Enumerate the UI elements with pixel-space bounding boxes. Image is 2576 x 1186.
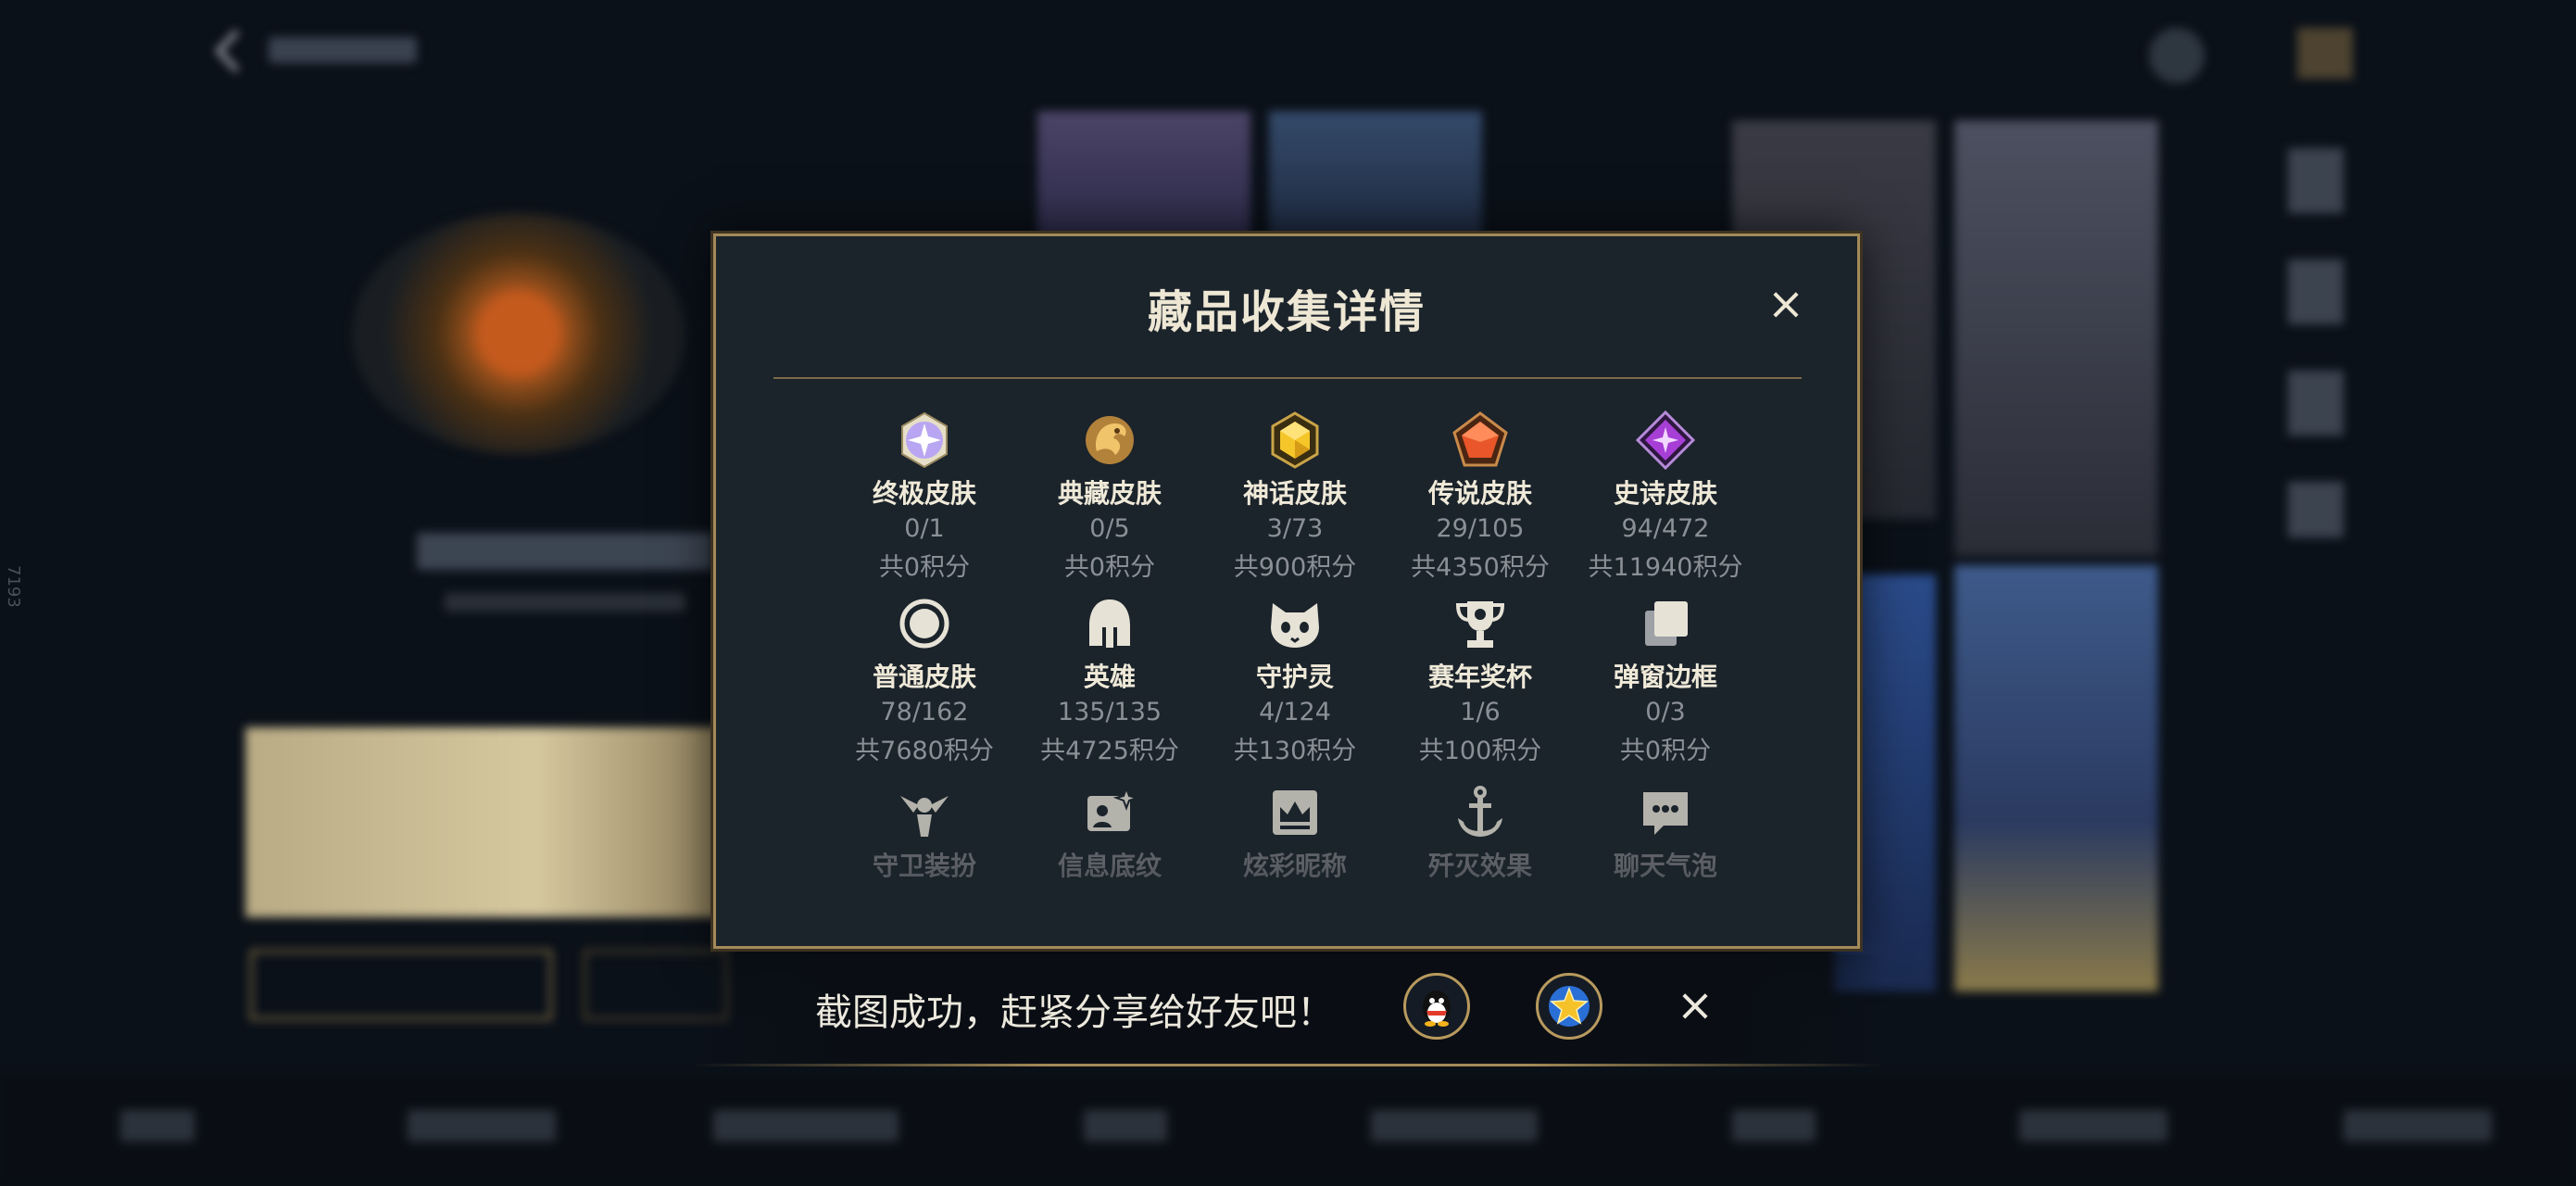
category-points: 共4350积分 — [1411, 553, 1550, 582]
rank-emblem — [352, 213, 685, 454]
category-name: 守卫装扮 — [872, 851, 976, 881]
nav-item-blurred — [1732, 1110, 1816, 1142]
category-name: 赛年奖杯 — [1427, 662, 1532, 692]
anchor-icon — [1458, 786, 1502, 837]
category-name: 终极皮肤 — [872, 478, 976, 509]
category-name: 炫彩昵称 — [1242, 851, 1347, 881]
epic-gem-icon — [1636, 410, 1695, 470]
nav-item-blurred — [1371, 1110, 1538, 1142]
skin-card — [1037, 111, 1250, 241]
category-points: 共4725积分 — [1040, 737, 1179, 765]
mythic-gem-icon — [1271, 411, 1319, 469]
category-count: 135/135 — [1057, 698, 1162, 726]
category-points: 共7680积分 — [855, 737, 994, 765]
nav-item-blurred — [2344, 1110, 2492, 1142]
category-points: 共0积分 — [878, 553, 971, 582]
helmet-icon — [1089, 599, 1130, 648]
category-points: 共100积分 — [1418, 737, 1542, 765]
category-annihilation-effect[interactable]: 歼灭效果 — [1388, 783, 1573, 883]
category-count: 0/1 — [904, 514, 945, 543]
circle-icon — [899, 599, 949, 649]
share-favorite-button[interactable] — [1536, 973, 1602, 1040]
category-name: 歼灭效果 — [1427, 851, 1532, 881]
category-name: 神话皮肤 — [1242, 478, 1347, 509]
category-ultimate-skin[interactable]: 终极皮肤 0/1 共0积分 — [832, 410, 1017, 583]
nav-item-blurred — [1084, 1110, 1167, 1142]
category-name: 传说皮肤 — [1427, 478, 1532, 509]
toast-message: 截图成功，赶紧分享给好友吧！ — [815, 991, 1334, 1034]
category-count: 1/6 — [1460, 698, 1501, 726]
category-count: 0/3 — [1645, 698, 1686, 726]
top-right-icon — [2149, 28, 2205, 83]
category-ward-skin[interactable]: 守卫装扮 — [832, 783, 1017, 883]
legendary-gem-icon — [1452, 411, 1508, 467]
skin-card — [1954, 565, 2158, 991]
qq-icon — [1423, 990, 1451, 1027]
profile-button-blurred — [250, 950, 552, 1020]
chat-bubble-icon — [1643, 792, 1688, 835]
edge-marker: 7193 — [4, 565, 23, 608]
profile-banner — [245, 727, 727, 917]
category-normal-skin[interactable]: 普通皮肤 78/162 共7680积分 — [832, 594, 1017, 766]
info-card-icon — [1087, 786, 1139, 831]
category-points: 共0积分 — [1619, 737, 1712, 765]
category-count: 0/5 — [1089, 514, 1130, 543]
category-name: 史诗皮肤 — [1613, 478, 1717, 509]
category-points: 共11940积分 — [1588, 553, 1743, 582]
nav-item-blurred — [2019, 1110, 2168, 1142]
nav-item-blurred — [408, 1110, 556, 1142]
category-name: 普通皮肤 — [872, 662, 976, 692]
page-title-blurred — [269, 37, 417, 63]
star-icon — [1549, 986, 1590, 1027]
category-count: 29/105 — [1436, 514, 1525, 543]
nav-item-blurred — [713, 1110, 898, 1142]
frame-stack-icon — [1645, 601, 1688, 646]
close-icon[interactable]: × — [1672, 982, 1718, 1028]
skin-card — [1954, 120, 2158, 556]
nav-item-blurred — [120, 1110, 195, 1142]
category-heroes[interactable]: 英雄 135/135 共4725积分 — [1017, 594, 1202, 766]
player-subtitle-blurred — [445, 593, 685, 612]
category-count: 4/124 — [1259, 698, 1331, 726]
category-name: 信息底纹 — [1057, 851, 1162, 881]
category-season-trophy[interactable]: 赛年奖杯 1/6 共100积分 — [1388, 594, 1573, 766]
bottom-nav-blurred — [0, 1075, 2576, 1186]
category-count: 78/162 — [880, 698, 969, 726]
trophy-icon — [1455, 601, 1505, 648]
ultimate-gem-icon — [901, 411, 948, 469]
category-name: 守护灵 — [1255, 662, 1334, 692]
category-legendary-skin[interactable]: 传说皮肤 29/105 共4350积分 — [1388, 410, 1573, 583]
category-name: 聊天气泡 — [1613, 851, 1717, 881]
toast-underline — [690, 1064, 1885, 1066]
nameplate-icon — [1273, 790, 1317, 835]
category-points: 共0积分 — [1063, 553, 1156, 582]
dragon-emblem-icon — [1086, 416, 1134, 464]
category-points: 共900积分 — [1233, 553, 1357, 582]
category-colorful-nickname[interactable]: 炫彩昵称 — [1202, 783, 1388, 883]
category-collector-skin[interactable]: 典藏皮肤 0/5 共0积分 — [1017, 410, 1202, 583]
ward-icon — [900, 796, 949, 837]
category-popup-frame[interactable]: 弹窗边框 0/3 共0积分 — [1573, 594, 1758, 766]
back-arrow-icon — [213, 28, 241, 74]
collection-details-dialog: 藏品收集详情 × 终极皮肤 0/1 共0积分 典藏皮肤 0/5 共0积分 神话皮… — [713, 233, 1860, 949]
skin-card — [1269, 111, 1482, 241]
category-name: 典藏皮肤 — [1057, 478, 1162, 509]
category-chat-bubble[interactable]: 聊天气泡 — [1573, 783, 1758, 883]
category-name: 英雄 — [1083, 662, 1136, 692]
player-name-blurred — [417, 533, 713, 570]
category-name: 弹窗边框 — [1613, 662, 1717, 692]
category-mythic-skin[interactable]: 神话皮肤 3/73 共900积分 — [1202, 410, 1388, 583]
guardian-face-icon — [1271, 603, 1319, 648]
category-info-background[interactable]: 信息底纹 — [1017, 783, 1202, 883]
category-epic-skin[interactable]: 史诗皮肤 94/472 共11940积分 — [1573, 410, 1758, 583]
category-count: 3/73 — [1266, 514, 1324, 543]
category-count: 94/472 — [1621, 514, 1710, 543]
side-menu-blurred — [2288, 148, 2344, 537]
share-qq-button[interactable] — [1403, 973, 1470, 1040]
top-right-icon-2 — [2297, 28, 2353, 79]
collection-grid: 终极皮肤 0/1 共0积分 典藏皮肤 0/5 共0积分 神话皮肤 3/73 共9… — [716, 236, 1857, 946]
category-guardian[interactable]: 守护灵 4/124 共130积分 — [1202, 594, 1388, 766]
category-points: 共130积分 — [1233, 737, 1357, 765]
